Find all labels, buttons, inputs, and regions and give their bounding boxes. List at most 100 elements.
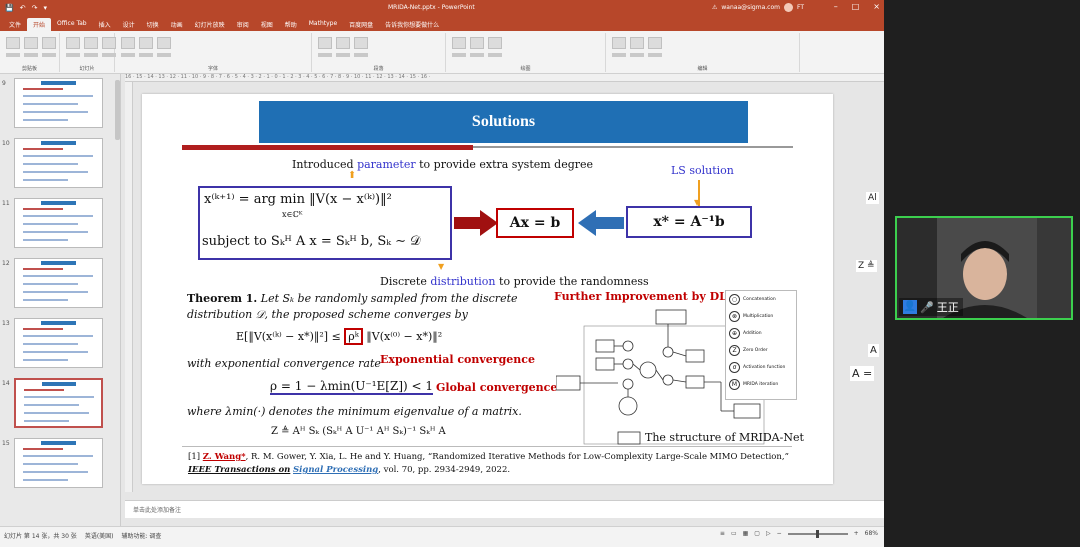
ribbon-control[interactable] bbox=[318, 53, 332, 57]
ribbon-button[interactable] bbox=[648, 37, 662, 49]
save-icon[interactable]: 💾 bbox=[5, 4, 14, 12]
ribbon-button[interactable] bbox=[470, 37, 484, 49]
ribbon-button[interactable] bbox=[84, 37, 98, 49]
ribbon-control[interactable] bbox=[66, 53, 80, 57]
slide-thumbnail[interactable] bbox=[14, 258, 103, 308]
ribbon-button[interactable] bbox=[488, 37, 502, 49]
ribbon-control[interactable] bbox=[157, 53, 171, 57]
tab-3[interactable]: 插入 bbox=[93, 18, 117, 31]
ribbon-control[interactable] bbox=[139, 53, 153, 57]
slideshow-icon[interactable]: ▷ bbox=[766, 530, 771, 537]
ribbon-control[interactable] bbox=[452, 53, 466, 57]
ribbon-control[interactable] bbox=[42, 53, 56, 57]
ribbon-button[interactable] bbox=[102, 37, 116, 49]
zoom-slider[interactable] bbox=[787, 529, 848, 538]
tab-0[interactable]: 文件 bbox=[3, 18, 27, 31]
ribbon-control[interactable] bbox=[24, 53, 38, 57]
tab-5[interactable]: 切换 bbox=[141, 18, 165, 31]
reading-view-icon[interactable]: ▢ bbox=[754, 530, 760, 537]
notes-pane[interactable]: 单击此处添加备注 bbox=[125, 500, 884, 518]
maximize-icon[interactable]: □ bbox=[852, 2, 860, 11]
ribbon-control[interactable] bbox=[488, 53, 502, 57]
ribbon-control[interactable] bbox=[6, 53, 20, 57]
zoom-level[interactable]: 68% bbox=[865, 530, 878, 537]
ribbon-button[interactable] bbox=[612, 37, 626, 49]
reference-divider bbox=[182, 446, 792, 447]
ribbon-control[interactable] bbox=[84, 53, 98, 57]
theorem-line-1: Theorem 1. Let Sₖ be randomly sampled fr… bbox=[187, 292, 518, 305]
ribbon-control[interactable] bbox=[121, 53, 135, 57]
ribbon-button[interactable] bbox=[336, 37, 350, 49]
ribbon-button[interactable] bbox=[452, 37, 466, 49]
ribbon-control[interactable] bbox=[612, 53, 626, 57]
slide-canvas[interactable]: Solutions Introduced parameter to provid… bbox=[142, 94, 833, 484]
tab-6[interactable]: 动画 bbox=[165, 18, 189, 31]
tab-12[interactable]: 百度网盘 bbox=[343, 18, 379, 31]
title-underline-red bbox=[182, 145, 473, 150]
ribbon-button[interactable] bbox=[42, 37, 56, 49]
ribbon-control[interactable] bbox=[648, 53, 662, 57]
slide-thumbnail[interactable] bbox=[14, 378, 103, 428]
ribbon-control[interactable] bbox=[336, 53, 350, 57]
slide-thumbnail[interactable] bbox=[14, 138, 103, 188]
zoom-in-icon[interactable]: + bbox=[854, 530, 859, 537]
redo-icon[interactable]: ↷ bbox=[32, 4, 38, 12]
ribbon-button[interactable] bbox=[157, 37, 171, 49]
ribbon-control[interactable] bbox=[354, 53, 368, 57]
tab-2[interactable]: Office Tab bbox=[51, 18, 93, 31]
ribbon-button[interactable] bbox=[121, 37, 135, 49]
normal-view-icon[interactable]: ▭ bbox=[731, 530, 737, 537]
slide-thumbnail[interactable] bbox=[14, 438, 103, 488]
tab-11[interactable]: Mathtype bbox=[303, 18, 343, 31]
slide-thumbnail[interactable] bbox=[14, 198, 103, 248]
minimize-icon[interactable]: – bbox=[834, 2, 838, 11]
legend-symbol-icon: ⊕ bbox=[729, 328, 740, 339]
account-email[interactable]: wanaa@sigma.com bbox=[721, 4, 780, 11]
ribbon-button[interactable] bbox=[318, 37, 332, 49]
accessibility-indicator[interactable]: 辅助功能: 调查 bbox=[122, 531, 162, 540]
rho-box: ρᵏ bbox=[344, 328, 363, 345]
thumbnail-scrollbar[interactable] bbox=[115, 80, 120, 140]
slide-number: 12 bbox=[2, 260, 10, 267]
ribbon-button[interactable] bbox=[24, 37, 38, 49]
notes-button[interactable]: ≡ bbox=[720, 530, 725, 537]
ribbon-button[interactable] bbox=[354, 37, 368, 49]
slide-title[interactable]: Solutions bbox=[259, 101, 748, 143]
ribbon-button[interactable] bbox=[6, 37, 20, 49]
slide-number: 15 bbox=[2, 440, 10, 447]
undo-icon[interactable]: ↶ bbox=[20, 4, 26, 12]
ribbon-control[interactable] bbox=[102, 53, 116, 57]
title-bar: 💾 ↶ ↷ ▾ MRIDA-Net.pptx - PowerPoint ⚠ wa… bbox=[0, 0, 884, 16]
ribbon-control[interactable] bbox=[470, 53, 484, 57]
tab-7[interactable]: 幻灯片放映 bbox=[189, 18, 231, 31]
customize-icon[interactable]: ▾ bbox=[43, 4, 47, 12]
tab-10[interactable]: 帮助 bbox=[279, 18, 303, 31]
ribbon-group-1: 幻灯片 bbox=[60, 33, 116, 72]
ribbon-button[interactable] bbox=[139, 37, 153, 49]
ribbon-button[interactable] bbox=[630, 37, 644, 49]
avatar[interactable] bbox=[783, 3, 793, 12]
tab-13[interactable]: 告诉我你想要做什么 bbox=[379, 18, 445, 31]
ribbon-button[interactable] bbox=[66, 37, 80, 49]
slide-thumbnail[interactable] bbox=[14, 78, 103, 128]
ribbon-group-label: 绘图 bbox=[520, 66, 531, 72]
ribbon-group-3: 段落 bbox=[312, 33, 446, 72]
eq-update-sub: x∈ℂᴷ bbox=[282, 210, 303, 219]
microphone-icon[interactable]: 🎤 bbox=[920, 301, 934, 314]
legend-label: Zero Order bbox=[743, 348, 768, 353]
sorter-view-icon[interactable]: ▦ bbox=[743, 530, 749, 537]
ribbon-control[interactable] bbox=[630, 53, 644, 57]
tab-8[interactable]: 审阅 bbox=[231, 18, 255, 31]
tab-9[interactable]: 视图 bbox=[255, 18, 279, 31]
zoom-out-icon[interactable]: − bbox=[777, 530, 782, 537]
language-indicator[interactable]: 英语(美国) bbox=[85, 531, 114, 540]
legend-label: MRIDA iteration bbox=[743, 382, 779, 387]
warning-icon: ⚠ bbox=[712, 4, 718, 11]
reference-line-1: [1] Z. Wang*, R. M. Gower, Y. Xia, L. He… bbox=[188, 452, 789, 462]
slide-thumbnail[interactable] bbox=[14, 318, 103, 368]
tab-4[interactable]: 设计 bbox=[117, 18, 141, 31]
close-icon[interactable]: × bbox=[873, 2, 880, 11]
exp-convergence-label: Exponential convergence bbox=[380, 353, 535, 366]
tab-1[interactable]: 开始 bbox=[27, 18, 52, 31]
webcam-feed[interactable]: 👤 🎤 王正 bbox=[895, 216, 1073, 320]
